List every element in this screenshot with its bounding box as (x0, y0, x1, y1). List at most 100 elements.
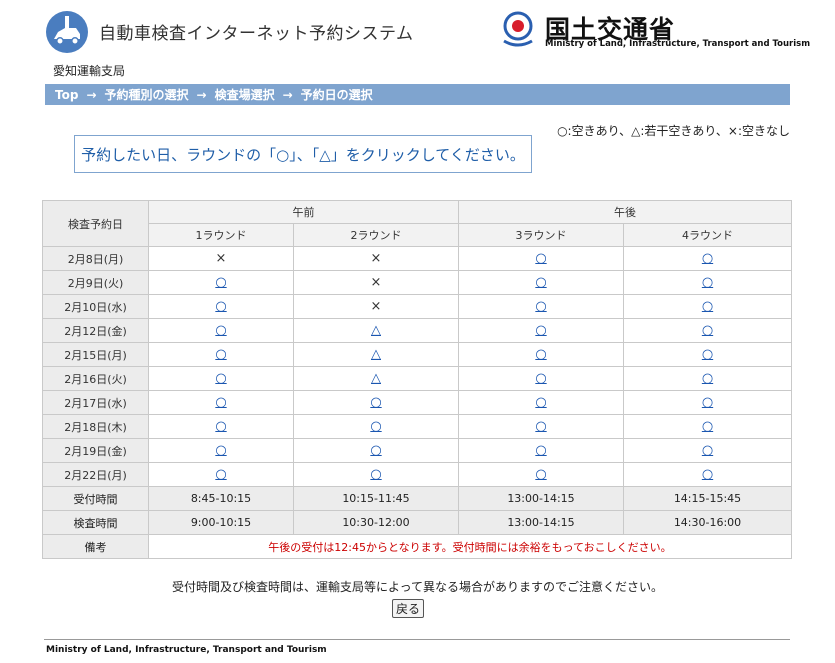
bureau-name: 愛知運輸支局 (53, 64, 126, 78)
slot-available-link[interactable]: ○ (702, 275, 713, 290)
slot-available-link[interactable]: ○ (535, 323, 546, 338)
slot-cell: ○ (148, 462, 294, 487)
pm-header: 午後 (458, 200, 792, 224)
instruction-box: 予約したい日、ラウンドの「○」、「△」をクリックしてください。 (74, 135, 532, 173)
slot-full-mark: × (370, 299, 382, 314)
slot-cell: × (293, 246, 459, 271)
availability-legend: ○:空きあり、△:若干空きあり、×:空きなし (557, 124, 790, 138)
slot-cell: ○ (623, 366, 792, 391)
slot-limited-link[interactable]: △ (371, 371, 381, 386)
inspection-time: 14:30-16:00 (623, 510, 792, 535)
slot-available-link[interactable]: ○ (370, 467, 381, 482)
slot-available-link[interactable]: ○ (215, 467, 226, 482)
slot-cell: ○ (458, 438, 624, 463)
table-row: 2月12日(金) ○ △ ○ ○ (42, 318, 792, 343)
slot-cell: ○ (458, 318, 624, 343)
reservation-date: 2月16日(火) (42, 366, 149, 391)
table-row: 2月8日(月) × × ○ ○ (42, 246, 792, 271)
slot-available-link[interactable]: ○ (215, 347, 226, 362)
breadcrumb-top-link[interactable]: Top (55, 88, 78, 102)
footer-divider (44, 639, 790, 640)
slot-available-link[interactable]: ○ (370, 419, 381, 434)
reservation-date: 2月22日(月) (42, 462, 149, 487)
reservation-date: 2月18日(木) (42, 414, 149, 439)
inspection-time-label: 検査時間 (42, 510, 149, 535)
slot-available-link[interactable]: ○ (535, 275, 546, 290)
slot-cell: × (293, 294, 459, 319)
slot-available-link[interactable]: ○ (215, 395, 226, 410)
table-row: 2月17日(水) ○ ○ ○ ○ (42, 390, 792, 415)
reception-time-label: 受付時間 (42, 486, 149, 511)
inspection-time: 9:00-10:15 (148, 510, 294, 535)
slot-cell: ○ (623, 414, 792, 439)
slot-full-mark: × (370, 251, 382, 266)
slot-available-link[interactable]: ○ (702, 299, 713, 314)
slot-available-link[interactable]: ○ (215, 443, 226, 458)
slot-available-link[interactable]: ○ (702, 371, 713, 386)
slot-available-link[interactable]: ○ (535, 467, 546, 482)
slot-available-link[interactable]: ○ (370, 395, 381, 410)
slot-cell: ○ (458, 366, 624, 391)
reception-time: 10:15-11:45 (293, 486, 459, 511)
caution-text: 受付時間及び検査時間は、運輸支局等によって異なる場合がありますのでご注意ください… (171, 580, 664, 594)
date-column-header: 検査予約日 (42, 200, 149, 247)
back-button[interactable]: 戻る (392, 599, 424, 618)
slot-available-link[interactable]: ○ (702, 395, 713, 410)
round-header: 4ラウンド (623, 223, 792, 247)
slot-available-link[interactable]: ○ (370, 443, 381, 458)
slot-available-link[interactable]: ○ (702, 443, 713, 458)
slot-available-link[interactable]: ○ (702, 323, 713, 338)
slot-available-link[interactable]: ○ (535, 347, 546, 362)
reservation-date: 2月15日(月) (42, 342, 149, 367)
slot-available-link[interactable]: ○ (702, 251, 713, 266)
slot-cell: × (148, 246, 294, 271)
slot-available-link[interactable]: ○ (215, 323, 226, 338)
slot-cell: △ (293, 318, 459, 343)
table-row: 2月9日(火) ○ × ○ ○ (42, 270, 792, 295)
slot-available-link[interactable]: ○ (535, 419, 546, 434)
slot-cell: ○ (293, 438, 459, 463)
slot-cell: ○ (623, 390, 792, 415)
inspection-time: 13:00-14:15 (458, 510, 624, 535)
slot-available-link[interactable]: ○ (535, 299, 546, 314)
table-row: 2月22日(月) ○ ○ ○ ○ (42, 462, 792, 487)
slot-available-link[interactable]: ○ (215, 371, 226, 386)
reservation-date: 2月19日(金) (42, 438, 149, 463)
slot-cell: ○ (148, 390, 294, 415)
slot-available-link[interactable]: ○ (215, 299, 226, 314)
breadcrumb-current-step: 予約日の選択 (300, 88, 373, 102)
breadcrumb-inspection-site-link[interactable]: 検査場選択 (215, 86, 275, 103)
reservation-date: 2月12日(金) (42, 318, 149, 343)
slot-available-link[interactable]: ○ (702, 347, 713, 362)
round-header: 2ラウンド (293, 223, 459, 247)
breadcrumb-reservation-type-link[interactable]: 予約種別の選択 (105, 86, 189, 103)
am-header: 午前 (148, 200, 459, 224)
slot-cell: ○ (148, 366, 294, 391)
ministry-name-en: Ministry of Land, Infrastructure, Transp… (545, 39, 811, 49)
slot-cell: ○ (623, 462, 792, 487)
slot-available-link[interactable]: ○ (535, 371, 546, 386)
slot-cell: ○ (623, 294, 792, 319)
app-title: 自動車検査インターネット予約システム (99, 24, 414, 44)
reception-time: 8:45-10:15 (148, 486, 294, 511)
mlit-seal-icon (503, 11, 533, 47)
slot-cell: ○ (148, 342, 294, 367)
slot-cell: ○ (148, 414, 294, 439)
slot-cell: ○ (458, 270, 624, 295)
slot-available-link[interactable]: ○ (215, 419, 226, 434)
slot-available-link[interactable]: ○ (535, 395, 546, 410)
remarks-text: 午後の受付は12:45からとなります。受付時間には余裕をもっておこしください。 (148, 534, 792, 559)
slot-available-link[interactable]: ○ (702, 419, 713, 434)
slot-available-link[interactable]: ○ (535, 251, 546, 266)
footer-ministry: Ministry of Land, Infrastructure, Transp… (46, 645, 327, 655)
slot-limited-link[interactable]: △ (371, 323, 381, 338)
inspection-time: 10:30-12:00 (293, 510, 459, 535)
breadcrumb-arrow: → (282, 87, 293, 102)
slot-available-link[interactable]: ○ (535, 443, 546, 458)
page-header: 自動車検査インターネット予約システム 愛知運輸支局 国土交通省 Ministry… (0, 0, 835, 84)
slot-limited-link[interactable]: △ (371, 347, 381, 362)
slot-available-link[interactable]: ○ (215, 275, 226, 290)
slot-cell: ○ (148, 294, 294, 319)
remarks-label: 備考 (42, 534, 149, 559)
slot-available-link[interactable]: ○ (702, 467, 713, 482)
